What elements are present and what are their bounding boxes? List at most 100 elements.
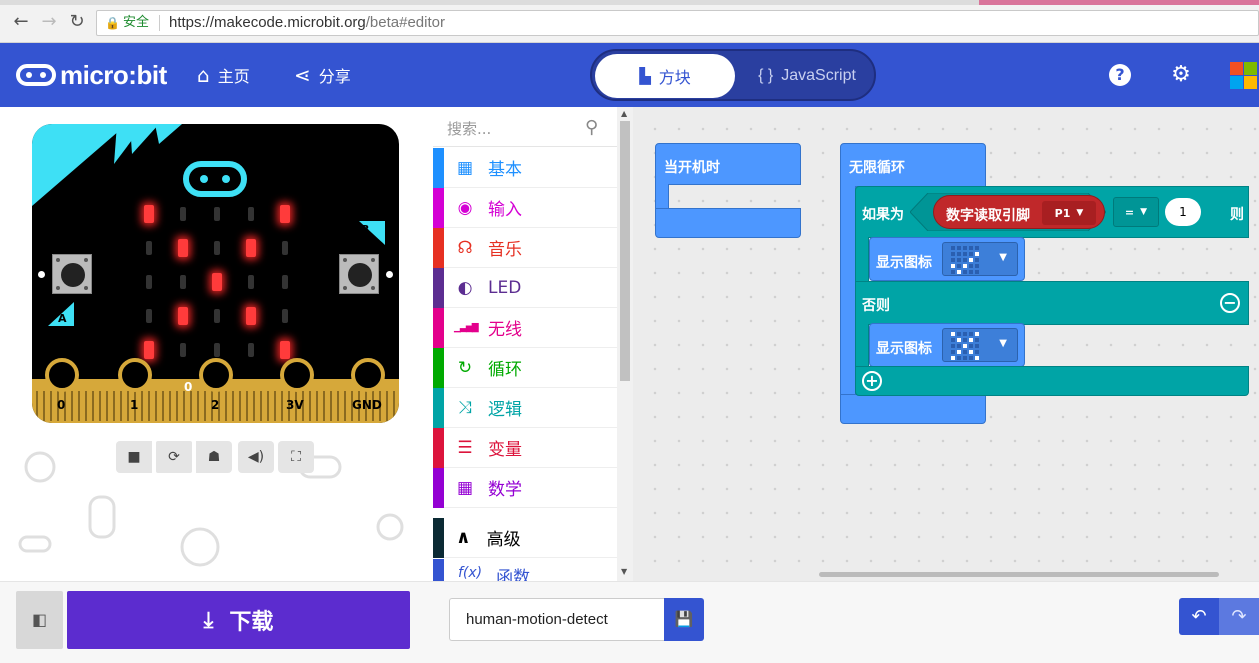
digital-read-label: 数字读取引脚 bbox=[946, 208, 1030, 224]
category-item[interactable]: ☰ 变量 bbox=[433, 427, 617, 468]
on-start-block[interactable]: 当开机时 bbox=[655, 143, 801, 185]
icon-pixel-on bbox=[975, 356, 979, 360]
help-icon[interactable]: ? bbox=[1109, 64, 1131, 86]
category-label: 循环 bbox=[488, 360, 522, 380]
toolbox-scrollbar[interactable]: ▲ ▼ bbox=[617, 107, 633, 581]
reload-icon[interactable]: ↻ bbox=[66, 11, 88, 33]
home-button[interactable]: ⌂ 主页 bbox=[197, 63, 250, 87]
category-color-bar bbox=[433, 517, 444, 558]
pin-2[interactable] bbox=[199, 358, 233, 392]
fullscreen-button[interactable]: ⛶ bbox=[278, 441, 314, 473]
category-item[interactable]: ◐ LED bbox=[433, 267, 617, 308]
compare-value-input[interactable]: 1 bbox=[1165, 198, 1201, 226]
button-a[interactable] bbox=[52, 254, 92, 294]
scroll-up-icon[interactable]: ▲ bbox=[621, 109, 627, 118]
category-color-bar bbox=[433, 387, 444, 428]
icon-pixel-off bbox=[975, 264, 979, 268]
blocks-workspace[interactable]: 当开机时 无限循环 如果为 则 数字读取引脚 P1 ▼ = ▼ 1 显示图标 ▼ bbox=[633, 107, 1259, 581]
category-advanced[interactable]: ∧ 高级 bbox=[433, 517, 617, 558]
share-button[interactable]: ⋖ 分享 bbox=[294, 63, 351, 87]
icon-pixel-on bbox=[963, 264, 967, 268]
operator-dropdown[interactable]: = ▼ bbox=[1113, 197, 1159, 227]
puzzle-icon: ▙ bbox=[639, 67, 651, 85]
tab-javascript[interactable]: { } JavaScript bbox=[742, 54, 872, 98]
project-name-input[interactable]: human-motion-detect bbox=[449, 598, 665, 641]
pin-gnd[interactable] bbox=[351, 358, 385, 392]
category-item[interactable]: ◉ 输入 bbox=[433, 187, 617, 228]
refresh-icon: ↻ bbox=[457, 357, 473, 378]
address-bar[interactable]: 🔒 安全 https://makecode.microbit.org/beta#… bbox=[96, 10, 1259, 36]
microsoft-logo-icon[interactable] bbox=[1230, 62, 1257, 89]
category-item[interactable]: ↻ 循环 bbox=[433, 347, 617, 388]
led-off bbox=[248, 275, 254, 289]
category-functions[interactable]: f(x) 函数 bbox=[433, 559, 617, 581]
forever-block-bottom bbox=[840, 394, 986, 424]
button-a-label: A bbox=[58, 312, 67, 325]
category-item[interactable]: ☊ 音乐 bbox=[433, 227, 617, 268]
button-b[interactable] bbox=[339, 254, 379, 294]
collapse-simulator-button[interactable]: ◧ bbox=[16, 591, 63, 649]
category-item[interactable]: ▁▃▅▇ 无线 bbox=[433, 307, 617, 348]
download-button[interactable]: ⤓ 下载 bbox=[67, 591, 410, 649]
microbit-logo-icon bbox=[16, 64, 56, 86]
signal-bars-icon: ▁▃▅▇ bbox=[454, 322, 479, 333]
search-icon[interactable]: ⚲ bbox=[585, 117, 598, 138]
stop-button[interactable]: ■ bbox=[116, 441, 152, 473]
undo-button[interactable]: ↶ bbox=[1179, 598, 1219, 635]
save-icon: 💾 bbox=[674, 610, 694, 628]
pin-0[interactable] bbox=[45, 358, 79, 392]
category-item[interactable]: ▦ 数学 bbox=[433, 467, 617, 508]
icon-pixel-off bbox=[957, 332, 961, 336]
function-icon: f(x) bbox=[458, 565, 483, 581]
on-start-label: 当开机时 bbox=[664, 160, 720, 176]
show-icon-block-then[interactable]: 显示图标 ▼ bbox=[869, 237, 1025, 281]
led-off bbox=[180, 207, 186, 221]
mute-icon: ◀) bbox=[247, 449, 265, 465]
forward-arrow-icon[interactable]: → bbox=[38, 11, 60, 33]
then-label: 则 bbox=[1230, 207, 1244, 223]
headphones-icon: ☊ bbox=[457, 237, 473, 258]
icon-pixel-off bbox=[951, 344, 955, 348]
icon-pixel-on bbox=[951, 356, 955, 360]
forever-block[interactable]: 无限循环 bbox=[840, 143, 986, 187]
icon-pixel-off bbox=[957, 356, 961, 360]
pin-1[interactable] bbox=[118, 358, 152, 392]
icon-pixel-on bbox=[957, 338, 961, 342]
editor-mode-toggle: ▙ 方块 { } JavaScript bbox=[590, 49, 876, 101]
target-icon: ◉ bbox=[457, 197, 473, 218]
operator-value: = bbox=[1124, 205, 1135, 219]
category-color-bar bbox=[433, 187, 444, 228]
restart-button[interactable]: ⟳ bbox=[156, 441, 192, 473]
category-label: 数学 bbox=[488, 480, 522, 500]
digital-read-block[interactable]: 数字读取引脚 P1 ▼ bbox=[933, 195, 1105, 229]
toolbox-search[interactable]: 搜索... ⚲ bbox=[433, 107, 617, 147]
slow-motion-button[interactable]: ☗ bbox=[196, 441, 232, 473]
button-b-label: B bbox=[361, 223, 370, 236]
remove-else-icon[interactable]: − bbox=[1220, 293, 1240, 313]
scrollbar-thumb[interactable] bbox=[620, 121, 630, 381]
icon-dropdown-else[interactable]: ▼ bbox=[942, 328, 1018, 362]
save-button[interactable]: 💾 bbox=[664, 598, 704, 641]
gear-icon[interactable]: ⚙ bbox=[1169, 63, 1193, 87]
tab-blocks[interactable]: ▙ 方块 bbox=[595, 54, 735, 98]
scroll-down-icon[interactable]: ▼ bbox=[621, 567, 627, 576]
microbit-logo[interactable]: micro:bit bbox=[16, 59, 167, 91]
browser-tab[interactable] bbox=[979, 0, 1259, 5]
category-label: 音乐 bbox=[488, 240, 522, 260]
pin-3v[interactable] bbox=[280, 358, 314, 392]
add-else-if-icon[interactable]: + bbox=[862, 371, 882, 391]
icon-pixel-on bbox=[969, 350, 973, 354]
category-item[interactable]: ▦ 基本 bbox=[433, 147, 617, 188]
icon-dropdown-then[interactable]: ▼ bbox=[942, 242, 1018, 276]
category-color-bar bbox=[433, 227, 444, 268]
workspace-scrollbar[interactable] bbox=[819, 572, 1219, 577]
search-input[interactable]: 搜索... bbox=[447, 118, 491, 139]
pin-dropdown[interactable]: P1 ▼ bbox=[1042, 201, 1096, 225]
back-arrow-icon[interactable]: ← bbox=[10, 11, 32, 33]
category-item[interactable]: ⤨ 逻辑 bbox=[433, 387, 617, 428]
forever-stack-arm bbox=[840, 186, 856, 396]
show-icon-block-else[interactable]: 显示图标 ▼ bbox=[869, 323, 1025, 367]
mute-button[interactable]: ◀) bbox=[238, 441, 274, 473]
icon-pixel-on bbox=[957, 270, 961, 274]
redo-button[interactable]: ↷ bbox=[1219, 598, 1259, 635]
